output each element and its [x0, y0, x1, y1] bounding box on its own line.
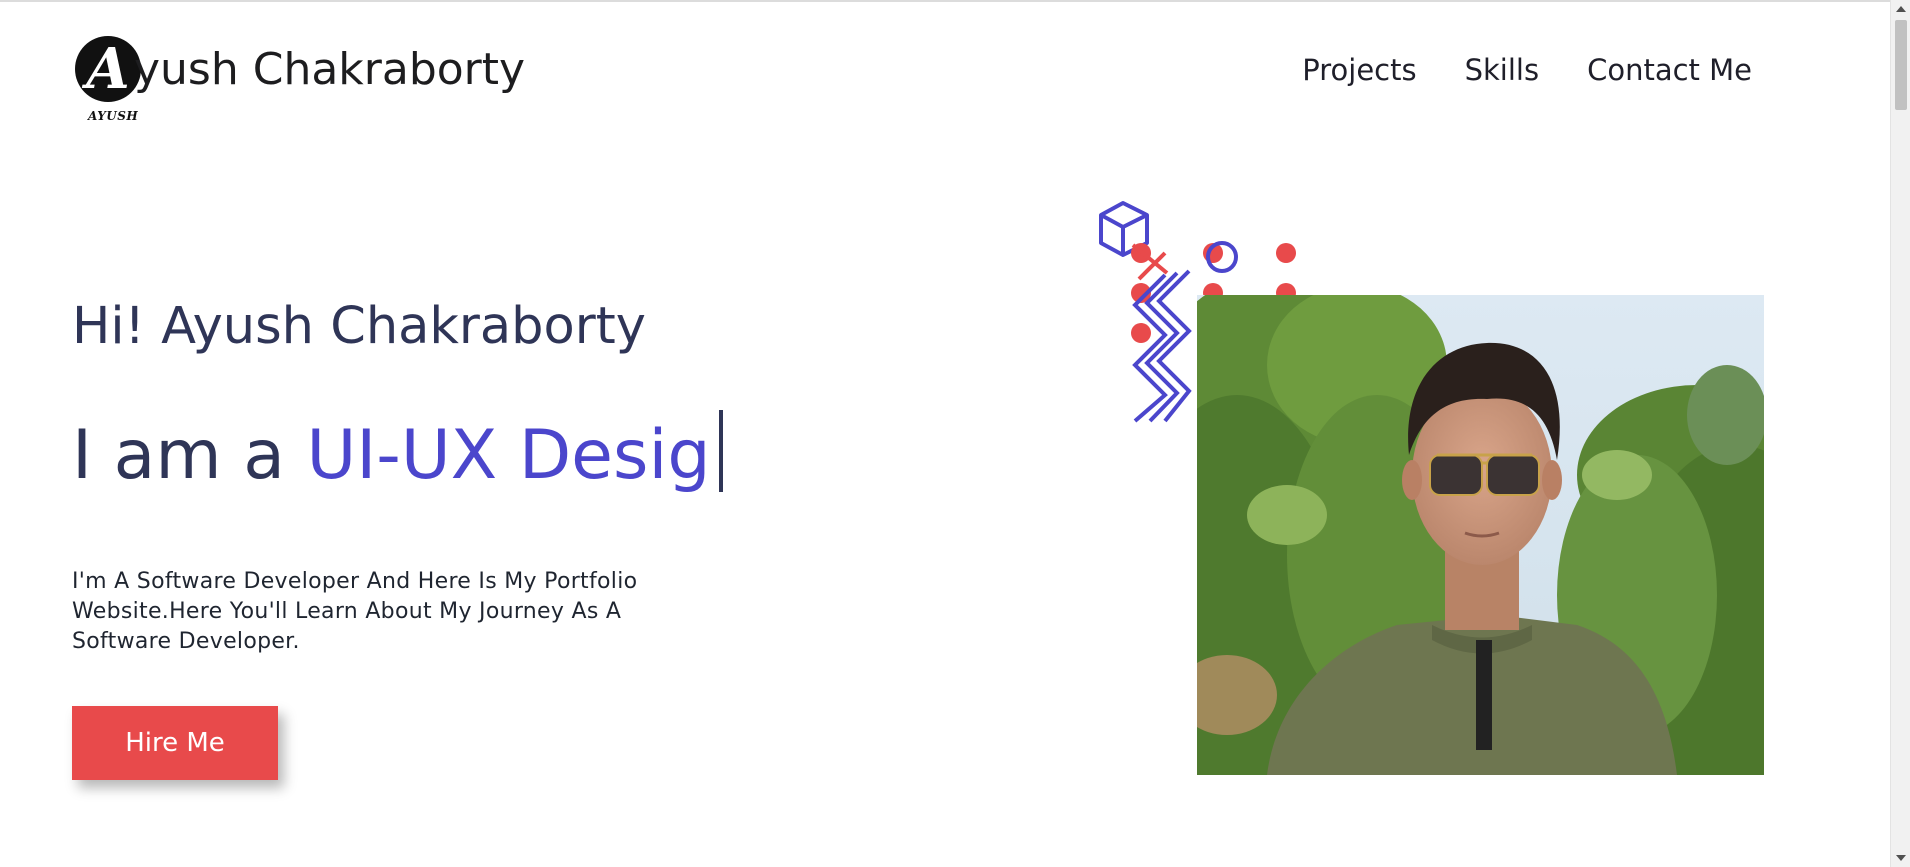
profile-photo: [1197, 295, 1764, 775]
logo-caption: AYUSH: [88, 109, 139, 123]
scroll-up-icon[interactable]: [1896, 6, 1906, 12]
hero-description: I'm A Software Developer And Here Is My …: [72, 569, 638, 654]
main-nav: Projects Skills Contact Me: [1302, 52, 1752, 88]
scrollbar-thumb[interactable]: [1895, 20, 1907, 110]
logo-icon[interactable]: A: [75, 36, 141, 102]
hero-typed-role: UI-UX Desig: [306, 416, 711, 495]
hero-typing-line: I am a UI-UX Desig: [72, 410, 723, 500]
nav-link-contact[interactable]: Contact Me: [1587, 52, 1752, 88]
hire-me-button[interactable]: Hire Me: [72, 706, 278, 780]
typing-caret: [718, 410, 723, 492]
window-top-border: [0, 0, 1910, 2]
nav-link-projects[interactable]: Projects: [1302, 52, 1416, 88]
brand-name[interactable]: yush Chakraborty: [134, 44, 525, 96]
nav-link-skills[interactable]: Skills: [1465, 52, 1539, 88]
hero-typing-prefix: I am a: [72, 416, 307, 495]
scroll-down-icon[interactable]: [1896, 855, 1906, 861]
page-scrollbar[interactable]: [1890, 0, 1910, 867]
logo-letter: A: [86, 36, 130, 102]
hero-greeting: Hi! Ayush Chakraborty: [72, 297, 646, 356]
